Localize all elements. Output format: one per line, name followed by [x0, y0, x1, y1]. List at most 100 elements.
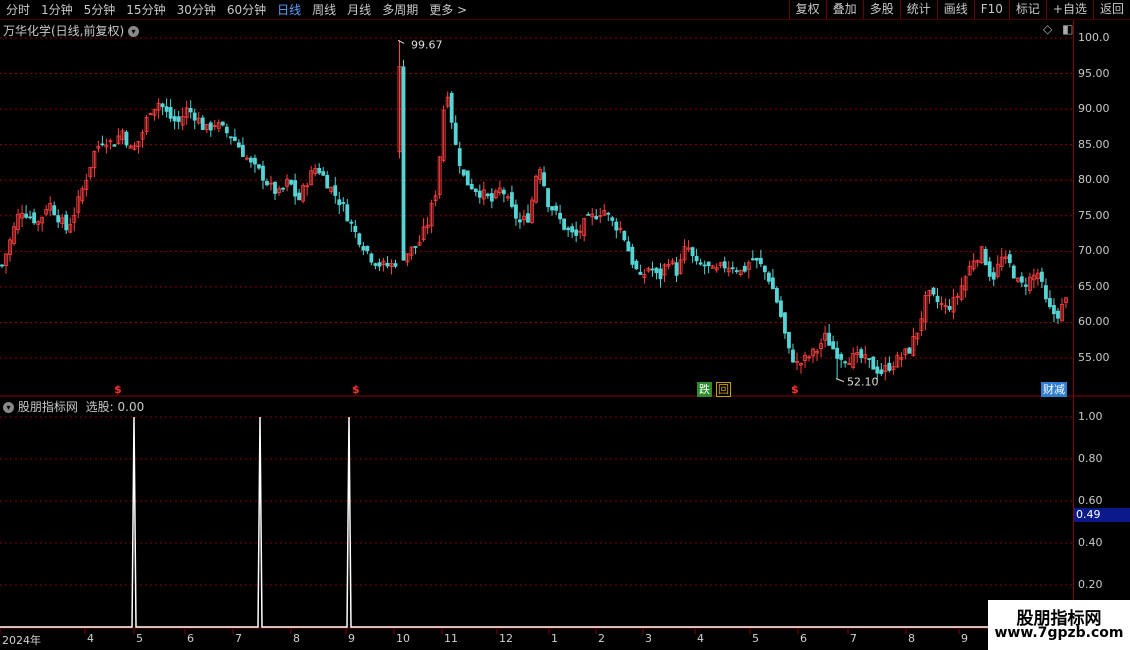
candle-body — [510, 192, 514, 207]
candle-body — [449, 92, 454, 123]
candle-body — [293, 180, 298, 197]
candle-body — [453, 122, 458, 145]
candle-body — [875, 366, 880, 374]
candle-body — [164, 106, 169, 112]
x-tick-label: 10 — [396, 632, 410, 645]
candle-body — [321, 171, 326, 176]
candle-body — [566, 227, 571, 231]
candle-body — [730, 267, 735, 270]
candle-body — [0, 264, 4, 267]
candle-body — [546, 188, 550, 208]
x-tick-label: 6 — [187, 632, 194, 645]
candle-body — [461, 169, 466, 176]
candle-body — [734, 270, 739, 273]
candle-body — [160, 103, 165, 108]
candle-body — [369, 253, 374, 263]
candle-body — [610, 217, 615, 221]
candle-body — [24, 213, 28, 218]
candle-body — [558, 212, 562, 220]
candle-body — [220, 121, 225, 126]
candle-body — [357, 233, 362, 245]
current-value-badge: 0.49 — [1074, 508, 1130, 522]
y-label-main: 75.00 — [1078, 208, 1110, 222]
candle-body — [775, 287, 779, 303]
candle-body — [594, 216, 599, 220]
candle-body — [485, 193, 490, 197]
candle-body — [345, 204, 350, 222]
x-tick-label: 5 — [752, 632, 759, 645]
candle-body — [634, 260, 639, 270]
candle-body — [501, 189, 506, 195]
candle-body — [526, 213, 530, 223]
event-tag-2[interactable]: 财减 — [1041, 382, 1067, 397]
candle-body — [835, 347, 840, 359]
candle-body — [200, 117, 205, 130]
y-label-main: 100.0 — [1078, 31, 1110, 44]
low-label: 52.10 — [847, 376, 879, 389]
candle-body — [365, 245, 370, 252]
candle-body — [289, 179, 293, 185]
candle-body — [754, 257, 759, 261]
candle-body — [257, 164, 261, 169]
candle-body — [887, 362, 892, 371]
candle-body — [1056, 310, 1060, 319]
candle-body — [28, 216, 33, 219]
candle-body — [791, 349, 795, 363]
candle-body — [176, 116, 181, 122]
candle-body — [281, 187, 285, 190]
candle-body — [787, 331, 791, 349]
indicator-line — [0, 416, 1073, 628]
y-label-indicator: 1.00 — [1078, 410, 1103, 423]
candle-body — [779, 300, 783, 317]
candle-body — [574, 229, 579, 236]
x-tick-label: 4 — [697, 632, 704, 645]
candle-body — [228, 136, 233, 139]
candle-body — [614, 221, 619, 231]
y-label-main: 60.00 — [1078, 315, 1110, 329]
candle-body — [100, 143, 105, 146]
candle-body — [473, 188, 478, 193]
x-tick-label: 8 — [908, 632, 915, 645]
candle-body — [188, 107, 193, 113]
candle-body — [518, 219, 522, 223]
x-tick-label: 3 — [645, 632, 652, 645]
y-label-main: 95.00 — [1078, 66, 1110, 80]
y-label-main: 65.00 — [1078, 279, 1110, 293]
candle-body — [694, 256, 699, 262]
candle-body — [168, 107, 173, 119]
candle-body — [690, 247, 695, 256]
candle-body — [1052, 305, 1056, 315]
candle-body — [172, 116, 177, 122]
candle-body — [879, 369, 884, 375]
x-tick-label: 5 — [136, 632, 143, 645]
event-tag-0[interactable]: 跌 — [697, 382, 712, 397]
candle-body — [987, 261, 992, 277]
candle-body — [871, 356, 876, 370]
candle-body — [947, 306, 952, 310]
candle-body — [465, 170, 470, 186]
y-label-main: 70.00 — [1078, 244, 1110, 258]
candle-body — [554, 205, 558, 211]
candle-body — [758, 257, 763, 265]
candle-body — [337, 199, 342, 206]
candle-body — [550, 206, 554, 211]
candle-body — [325, 174, 330, 189]
watermark: 股朋指标网 www.7gpzb.com — [988, 600, 1130, 650]
candle-body — [622, 230, 627, 241]
candle-body — [514, 204, 518, 219]
candle-body — [261, 165, 265, 181]
candle-body — [1040, 271, 1044, 282]
candle-body — [208, 122, 213, 131]
event-tag-1[interactable]: 回 — [716, 382, 731, 397]
low-marker — [835, 378, 845, 383]
signal-mark: $ — [791, 383, 799, 396]
y-label-indicator: 0.80 — [1078, 452, 1103, 465]
x-tick-label: 7 — [850, 632, 857, 645]
candle-body — [341, 202, 346, 204]
candle-body — [827, 332, 832, 346]
candle-body — [297, 192, 302, 201]
candle-body — [570, 226, 575, 233]
candle-body — [770, 277, 775, 290]
high-label: 99.67 — [411, 38, 443, 51]
candle-body — [867, 358, 872, 360]
